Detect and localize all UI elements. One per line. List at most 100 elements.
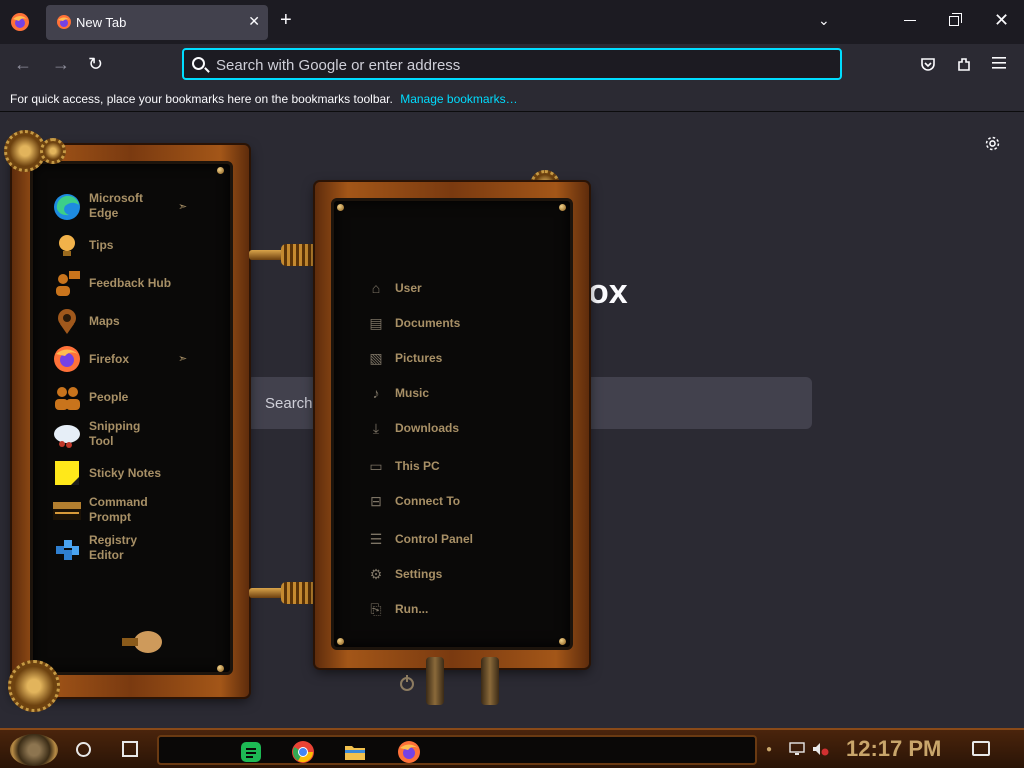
- sheets-icon[interactable]: [239, 740, 263, 764]
- place-label: This PC: [395, 459, 440, 473]
- hamburger-menu-icon[interactable]: [992, 57, 1006, 69]
- place-label: Connect To: [395, 494, 461, 508]
- start-app-item[interactable]: Maps: [52, 304, 212, 338]
- place-item[interactable]: ♪ Music: [368, 383, 568, 405]
- network-icon[interactable]: [789, 742, 805, 756]
- firefox-icon: [54, 346, 80, 372]
- window-close-icon[interactable]: ✕: [994, 10, 1009, 31]
- sticky-note-icon: [55, 461, 79, 485]
- place-label: Documents: [395, 316, 461, 330]
- network-icon: ⊟: [370, 493, 382, 509]
- start-app-item[interactable]: Snipping Tool: [52, 418, 212, 452]
- chrome-icon[interactable]: [291, 740, 315, 764]
- taskbar-apps: [157, 735, 757, 765]
- start-button[interactable]: [10, 734, 58, 766]
- people-icon: [55, 387, 80, 410]
- place-label: Run...: [395, 602, 429, 616]
- place-label: User: [395, 281, 422, 295]
- submenu-arrow-icon[interactable]: ➣: [178, 352, 187, 365]
- place-item[interactable]: ▧ Pictures: [368, 348, 568, 370]
- start-app-label: Sticky Notes: [89, 466, 162, 480]
- firefox-icon: [57, 15, 71, 29]
- search-circle-icon[interactable]: [76, 742, 91, 757]
- picture-icon: ▧: [369, 350, 383, 366]
- place-item[interactable]: ⎘ Run...: [368, 599, 568, 621]
- start-app-item[interactable]: Feedback Hub: [52, 266, 212, 300]
- start-app-item[interactable]: Command Prompt: [52, 494, 212, 528]
- start-app-label: Snipping Tool: [89, 419, 141, 448]
- start-app-label: Command Prompt: [89, 495, 148, 524]
- control-panel-icon: ☰: [369, 531, 383, 547]
- place-items: ⌂ User ▤ Documents ▧ Pictures ♪ Music ⤓ Downloads…: [334, 278, 564, 628]
- submenu-arrow-icon[interactable]: ➣: [178, 200, 187, 213]
- tab-new-tab[interactable]: New Tab ✕: [46, 5, 268, 40]
- notifications-icon[interactable]: [972, 741, 990, 756]
- tab-title: New Tab: [76, 15, 127, 30]
- tab-bar: New Tab ✕ + ⌄ ✕: [0, 0, 1024, 44]
- start-app-label: Feedback Hub: [89, 276, 172, 290]
- rivet: [559, 204, 566, 211]
- start-app-label: Microsoft Edge: [89, 191, 143, 220]
- task-view-icon[interactable]: [122, 741, 138, 757]
- place-label: Control Panel: [395, 532, 474, 546]
- lightbulb-icon: [59, 235, 75, 256]
- bookmarks-message-text: For quick access, place your bookmarks h…: [10, 92, 393, 106]
- place-item[interactable]: ▭ This PC: [368, 456, 568, 478]
- gear-icon[interactable]: [984, 135, 1001, 152]
- rivet: [217, 167, 224, 174]
- start-app-item[interactable]: Sticky Notes: [52, 456, 212, 490]
- back-arrow-icon[interactable]: ←: [14, 54, 32, 75]
- download-icon: ⤓: [372, 420, 380, 436]
- extensions-icon[interactable]: [956, 56, 972, 72]
- desktop: New Tab ✕ + ⌄ ✕ ← → ↻ Search with Google…: [0, 0, 1024, 768]
- pocket-icon[interactable]: [920, 56, 936, 72]
- start-app-label: Tips: [89, 238, 114, 252]
- start-app-item[interactable]: Registry Editor: [52, 532, 212, 566]
- engine-decoration-icon: [8, 660, 60, 712]
- power-icon[interactable]: [400, 675, 414, 691]
- place-item[interactable]: ⌂ User: [368, 278, 568, 300]
- restore-icon[interactable]: [949, 13, 962, 26]
- place-item[interactable]: ⊟ Connect To: [368, 491, 568, 513]
- minimize-icon[interactable]: [904, 20, 916, 21]
- app-items: Microsoft Edge ➣ Tips Feedback Hub Maps Firef…: [32, 190, 232, 580]
- gear-icon: ⚙: [369, 566, 383, 582]
- tab-close-icon[interactable]: ✕: [248, 13, 260, 30]
- firefox-icon[interactable]: [397, 740, 421, 764]
- rivet: [217, 665, 224, 672]
- feedback-icon: [56, 271, 80, 296]
- piston-decoration: [481, 657, 499, 705]
- lightbulb-decoration-icon: [122, 631, 162, 653]
- bookmarks-message: For quick access, place your bookmarks h…: [10, 92, 518, 106]
- scissors-icon: [54, 425, 80, 448]
- registry-icon: [56, 540, 79, 560]
- list-all-tabs-icon[interactable]: ⌄: [818, 12, 830, 29]
- place-item[interactable]: ☰ Control Panel: [368, 529, 568, 551]
- cog-decoration-icon: [40, 138, 66, 164]
- manage-bookmarks-link[interactable]: Manage bookmarks…: [400, 92, 517, 106]
- forward-arrow-icon[interactable]: →: [52, 54, 70, 75]
- place-item[interactable]: ⤓ Downloads: [368, 418, 568, 440]
- reload-icon[interactable]: ↻: [88, 54, 103, 75]
- new-tab-button[interactable]: +: [280, 9, 292, 32]
- place-item[interactable]: ▤ Documents: [368, 313, 568, 335]
- navigation-toolbar: ← → ↻ Search with Google or enter addres…: [0, 44, 1024, 86]
- start-app-item[interactable]: Microsoft Edge ➣: [52, 190, 212, 224]
- coil-decoration: [281, 582, 319, 604]
- address-bar[interactable]: Search with Google or enter address: [182, 48, 842, 80]
- new-tab-search-placeholder: Search: [265, 395, 313, 412]
- terminal-icon: [53, 502, 81, 520]
- user-icon: ⌂: [371, 280, 381, 296]
- start-app-item[interactable]: Firefox ➣: [52, 342, 212, 376]
- taskbar-clock[interactable]: 12:17 PM: [846, 736, 941, 762]
- start-app-item[interactable]: Tips: [52, 228, 212, 262]
- volume-muted-icon[interactable]: [812, 742, 830, 756]
- taskbar: ● 12:17 PM: [0, 728, 1024, 768]
- start-app-item[interactable]: People: [52, 380, 212, 414]
- firefox-view-icon[interactable]: [10, 12, 30, 32]
- place-label: Music: [395, 386, 430, 400]
- file-explorer-icon[interactable]: [343, 740, 367, 764]
- address-placeholder: Search with Google or enter address: [216, 57, 461, 74]
- place-item[interactable]: ⚙ Settings: [368, 564, 568, 586]
- start-app-label: Maps: [89, 314, 120, 328]
